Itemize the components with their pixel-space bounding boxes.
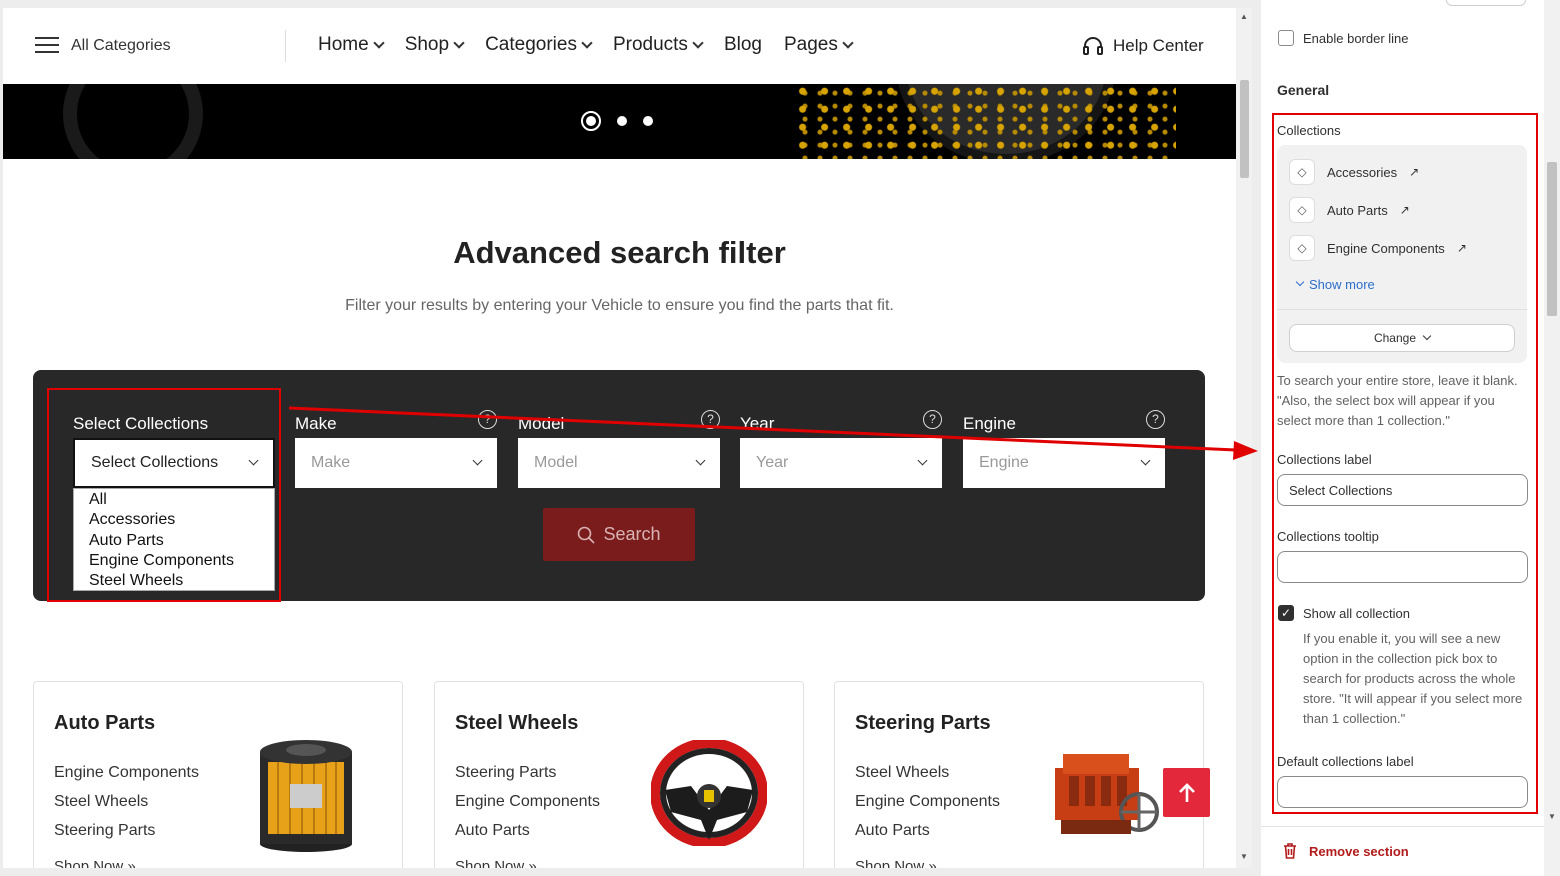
year-field: Year ? Year [740,410,942,488]
slider-dot-1[interactable] [581,111,601,131]
chevron-down-icon [1140,455,1151,466]
nav-products[interactable]: Products [613,34,704,56]
remove-section-button[interactable]: Remove section [1283,843,1409,859]
card-link[interactable]: Engine Components [455,787,600,816]
chevron-down-icon [917,455,928,466]
card-link[interactable]: Auto Parts [455,816,600,845]
engine-image [1055,754,1159,834]
year-select[interactable]: Year [740,438,942,488]
help-icon[interactable]: ? [1146,410,1165,429]
card-links: Engine Components Steel Wheels Steering … [54,758,199,845]
slider-dot-2[interactable] [617,116,627,126]
model-field: Model ? Model [518,410,720,488]
preview-scrollbar[interactable]: ▲ ▼ [1236,8,1252,868]
site-header: All Categories Home Shop Categories Prod… [3,8,1236,84]
panel-footer-divider [1261,826,1544,827]
year-label: Year [740,414,775,433]
card-link[interactable]: Auto Parts [855,816,1000,845]
engine-field: Engine ? Engine [963,410,1165,488]
nav-home[interactable]: Home [318,34,385,56]
make-field: Make ? Make [295,410,497,488]
card-links: Steel Wheels Engine Components Auto Part… [855,758,1000,845]
card-links: Steering Parts Engine Components Auto Pa… [455,758,600,845]
nav-shop[interactable]: Shop [405,34,465,56]
chevron-down-icon [581,36,593,49]
chevron-down-icon [842,36,854,49]
scrollbar-thumb[interactable] [1240,80,1249,178]
scrollbar-thumb[interactable] [1547,162,1557,316]
engine-select[interactable]: Engine [963,438,1165,488]
headset-icon [1083,37,1103,55]
arrow-up-icon [1178,782,1195,802]
enable-border-label: Enable border line [1303,31,1409,46]
model-label: Model [518,414,565,433]
card-link[interactable]: Steering Parts [54,816,199,845]
general-heading: General [1277,82,1330,98]
search-icon [578,526,596,544]
section-title: Advanced search filter [453,235,786,270]
enable-border-checkbox[interactable] [1278,30,1294,46]
card-link[interactable]: Engine Components [54,758,199,787]
make-label: Make [295,414,337,433]
scroll-up-arrow[interactable]: ▲ [1240,12,1248,21]
help-icon[interactable]: ? [701,410,720,429]
scroll-down-arrow[interactable]: ▼ [1240,852,1248,861]
nav-blog[interactable]: Blog [724,34,762,56]
scroll-to-top-button[interactable] [1163,768,1210,817]
card-link[interactable]: Steel Wheels [855,758,1000,787]
card-title[interactable]: Auto Parts [54,712,155,735]
oil-filter-image [260,740,352,852]
chevron-down-icon [373,36,385,49]
all-categories-link[interactable]: All Categories [71,37,171,55]
shop-now-link[interactable]: Shop Now » [455,858,537,868]
previous-field-input[interactable] [1446,0,1526,6]
nav-categories[interactable]: Categories [485,34,593,56]
card-link[interactable]: Engine Components [855,787,1000,816]
main-nav: Home Shop Categories Products Blog Pages [318,34,854,56]
engine-label: Engine [963,414,1016,433]
chevron-down-icon [472,455,483,466]
chevron-down-icon [453,36,465,49]
banner-tire-image [63,84,203,159]
help-icon[interactable]: ? [923,410,942,429]
section-subtitle: Filter your results by entering your Veh… [345,297,894,314]
highlight-box-settings [1272,113,1538,814]
steering-wheel-image [651,740,767,846]
scroll-down-arrow[interactable]: ▼ [1548,812,1556,821]
slider-dot-3[interactable] [643,116,653,126]
model-select[interactable]: Model [518,438,720,488]
nav-pages[interactable]: Pages [784,34,854,56]
panel-scrollbar[interactable]: ▼ [1544,0,1560,876]
shop-now-link[interactable]: Shop Now » [54,858,136,868]
header-divider [285,30,286,62]
help-icon[interactable]: ? [478,410,497,429]
search-button[interactable]: Search [543,508,695,561]
shop-now-link[interactable]: Shop Now » [855,858,937,868]
highlight-box-dropdown [47,388,281,602]
trash-icon [1284,843,1296,859]
help-center-link[interactable]: Help Center [1083,36,1204,56]
category-card: Steering Parts Steel Wheels Engine Compo… [834,681,1204,868]
card-title[interactable]: Steel Wheels [455,712,578,735]
menu-icon[interactable] [35,37,59,55]
banner-splash-image [796,84,1176,159]
category-card: Steel Wheels Steering Parts Engine Compo… [434,681,804,868]
help-center-label: Help Center [1113,36,1204,55]
card-link[interactable]: Steering Parts [455,758,600,787]
chevron-down-icon [695,455,706,466]
card-link[interactable]: Steel Wheels [54,787,199,816]
slider-dots [581,111,653,131]
category-card: Auto Parts Engine Components Steel Wheel… [33,681,403,868]
make-select[interactable]: Make [295,438,497,488]
hero-banner [3,84,1236,159]
card-title[interactable]: Steering Parts [855,712,991,735]
chevron-down-icon [692,36,704,49]
